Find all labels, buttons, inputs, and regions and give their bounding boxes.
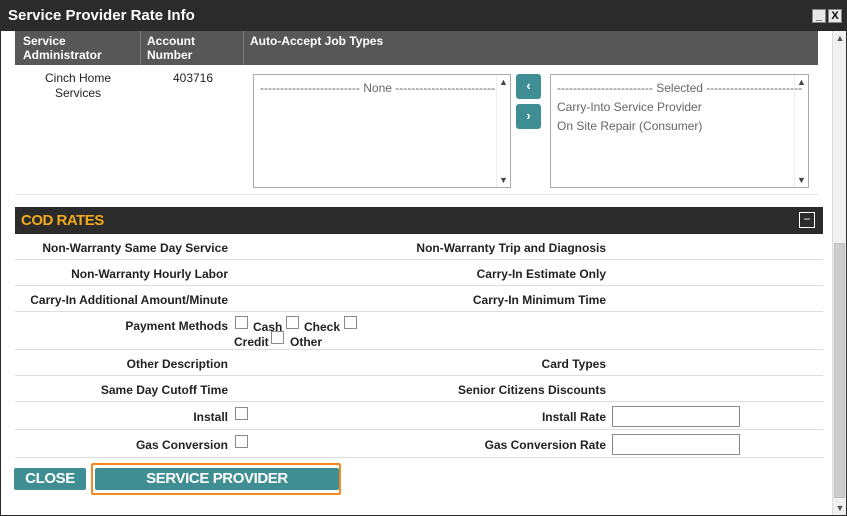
scroll-down-icon[interactable]: ▼ bbox=[833, 501, 847, 515]
dialog-scrollbar[interactable]: ▲ ▼ bbox=[832, 31, 846, 515]
selected-list-header: ------------------------ Selected ------… bbox=[557, 81, 803, 95]
provider-table-header: Service Administrator Account Number Aut… bbox=[15, 31, 818, 65]
scroll-up-icon[interactable]: ▲ bbox=[499, 77, 508, 87]
gas-conversion-label: Gas Conversion bbox=[135, 438, 228, 452]
other-checkbox[interactable] bbox=[271, 331, 284, 344]
senior-discounts-label: Senior Citizens Discounts bbox=[457, 383, 606, 397]
install-checkbox[interactable] bbox=[235, 407, 248, 420]
selected-job-types-list[interactable]: ------------------------ Selected ------… bbox=[550, 74, 809, 188]
move-left-button[interactable]: ‹ bbox=[516, 74, 541, 99]
install-label: Install bbox=[193, 410, 228, 424]
credit-label: Credit bbox=[234, 335, 269, 349]
list-item[interactable]: On Site Repair (Consumer) bbox=[557, 119, 702, 133]
cod-row: Non-Warranty Same Day Service Non-Warran… bbox=[15, 234, 823, 260]
header-separator bbox=[140, 31, 141, 65]
header-separator bbox=[243, 31, 244, 65]
gas-conversion-checkbox[interactable] bbox=[235, 435, 248, 448]
dialog-titlebar: Service Provider Rate Info _ X bbox=[1, 1, 846, 31]
section-divider bbox=[15, 194, 818, 195]
service-provider-rate-info-dialog: Service Provider Rate Info _ X Service A… bbox=[0, 0, 847, 516]
non-warranty-same-day-label: Non-Warranty Same Day Service bbox=[42, 241, 228, 255]
card-types-label: Card Types bbox=[541, 357, 606, 371]
dialog-content: Service Administrator Account Number Aut… bbox=[1, 31, 832, 515]
header-account-number: Account Number bbox=[147, 34, 195, 62]
carry-in-minimum-label: Carry-In Minimum Time bbox=[472, 293, 606, 307]
gas-conversion-row: Gas Conversion Gas Conversion Rate bbox=[15, 430, 823, 458]
available-list-scrollbar[interactable]: ▲ ▼ bbox=[496, 75, 510, 187]
cod-row: Other Description Card Types bbox=[15, 350, 823, 376]
available-job-types-list[interactable]: ------------------------- None ---------… bbox=[253, 74, 511, 188]
collapse-icon[interactable]: − bbox=[799, 212, 815, 228]
other-description-label: Other Description bbox=[126, 357, 228, 371]
other-label: Other bbox=[290, 335, 323, 349]
non-warranty-trip-label: Non-Warranty Trip and Diagnosis bbox=[416, 241, 606, 255]
service-provider-maintenance-button[interactable]: SERVICE PROVIDER MAINTENANCE bbox=[95, 468, 339, 509]
scroll-up-icon[interactable]: ▲ bbox=[833, 31, 847, 45]
cod-rates-title: COD RATES bbox=[21, 212, 104, 229]
cod-row: Carry-In Additional Amount/Minute Carry-… bbox=[15, 286, 823, 312]
install-row: Install Install Rate bbox=[15, 402, 823, 430]
header-auto-accept-job-types: Auto-Accept Job Types bbox=[250, 34, 384, 48]
account-number-value: 403716 bbox=[172, 71, 214, 85]
list-item[interactable]: Carry-Into Service Provider bbox=[557, 100, 702, 114]
payment-methods-label: Payment Methods bbox=[125, 319, 228, 333]
gas-conversion-rate-label: Gas Conversion Rate bbox=[484, 438, 606, 452]
close-window-button[interactable]: X bbox=[828, 9, 842, 23]
gas-conversion-rate-input[interactable] bbox=[612, 434, 740, 455]
cod-rates-header: COD RATES − bbox=[15, 207, 823, 234]
carry-in-additional-label: Carry-In Additional Amount/Minute bbox=[30, 293, 228, 307]
check-checkbox[interactable] bbox=[286, 316, 299, 329]
cod-row: Same Day Cutoff Time Senior Citizens Dis… bbox=[15, 376, 823, 402]
credit-checkbox[interactable] bbox=[344, 316, 357, 329]
selected-list-scrollbar[interactable]: ▲ ▼ bbox=[794, 75, 808, 187]
dialog-title: Service Provider Rate Info bbox=[8, 7, 195, 24]
carry-in-estimate-label: Carry-In Estimate Only bbox=[476, 267, 606, 281]
install-rate-input[interactable] bbox=[612, 406, 740, 427]
cod-row: Non-Warranty Hourly Labor Carry-In Estim… bbox=[15, 260, 823, 286]
check-label: Check bbox=[304, 320, 341, 334]
scroll-up-icon[interactable]: ▲ bbox=[797, 77, 806, 87]
close-button[interactable]: CLOSE bbox=[14, 468, 86, 490]
move-right-button[interactable]: › bbox=[516, 104, 541, 129]
non-warranty-hourly-label: Non-Warranty Hourly Labor bbox=[71, 267, 228, 281]
header-service-administrator: Service Administrator bbox=[23, 34, 102, 62]
same-day-cutoff-label: Same Day Cutoff Time bbox=[100, 383, 228, 397]
install-rate-label: Install Rate bbox=[541, 410, 606, 424]
service-administrator-value: Cinch Home Services bbox=[44, 71, 112, 100]
scrollbar-thumb[interactable] bbox=[834, 243, 845, 498]
minimize-button[interactable]: _ bbox=[812, 9, 826, 23]
payment-methods-row: Payment Methods Cash Check Credit Other bbox=[15, 312, 823, 350]
available-list-header: ------------------------- None ---------… bbox=[260, 81, 496, 95]
scroll-down-icon[interactable]: ▼ bbox=[499, 175, 508, 185]
scroll-down-icon[interactable]: ▼ bbox=[797, 175, 806, 185]
cash-checkbox[interactable] bbox=[235, 316, 248, 329]
